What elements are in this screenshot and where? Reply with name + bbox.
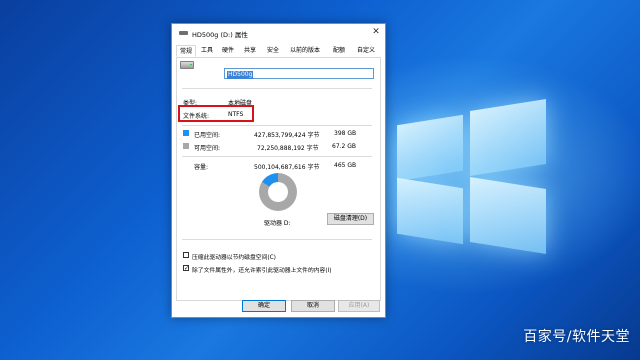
disk-cleanup-button[interactable]: 磁盘清理(D) bbox=[327, 213, 374, 225]
compress-checkbox[interactable] bbox=[183, 252, 189, 258]
free-space-label: 可用空间: bbox=[194, 145, 221, 152]
tab-general[interactable]: 常规 bbox=[176, 45, 196, 57]
ok-button[interactable]: 确定 bbox=[242, 300, 286, 312]
windows-logo-pane bbox=[397, 177, 463, 245]
index-check-mark: ✓ bbox=[184, 265, 190, 272]
tab-hardware[interactable]: 硬件 bbox=[219, 46, 237, 56]
properties-dialog: HD500g (D:) 属性 ✕ 常规 工具 硬件 共享 安全 以前的版本 配额… bbox=[171, 23, 386, 318]
window-title: HD500g (D:) 属性 bbox=[192, 31, 248, 39]
drive-name-selected-text: HD500g bbox=[227, 71, 254, 79]
capacity-label: 容量: bbox=[194, 164, 209, 171]
index-label: 除了文件属性外，还允许索引此驱动器上文件的内容(I) bbox=[192, 268, 332, 274]
windows-logo-pane bbox=[397, 114, 463, 182]
tab-previous-versions[interactable]: 以前的版本 bbox=[284, 46, 326, 56]
used-space-swatch bbox=[183, 130, 189, 136]
tab-sharing[interactable]: 共享 bbox=[241, 46, 259, 56]
close-button[interactable]: ✕ bbox=[369, 26, 383, 39]
separator bbox=[182, 156, 372, 157]
tab-security[interactable]: 安全 bbox=[264, 46, 282, 56]
hard-drive-icon bbox=[180, 61, 194, 69]
drive-letter-label: 驱动器 D: bbox=[264, 220, 291, 227]
separator bbox=[182, 88, 372, 89]
index-checkbox[interactable]: ✓ bbox=[183, 265, 190, 272]
title-bar[interactable]: HD500g (D:) 属性 ✕ bbox=[172, 24, 385, 42]
tab-tools[interactable]: 工具 bbox=[198, 46, 216, 56]
capacity-size: 465 GB bbox=[334, 162, 357, 169]
separator bbox=[182, 239, 372, 240]
disk-usage-donut-chart bbox=[259, 173, 297, 211]
donut-center bbox=[268, 182, 288, 202]
drive-icon bbox=[179, 31, 188, 35]
used-space-label: 已用空间: bbox=[194, 132, 221, 139]
windows-logo-pane bbox=[470, 98, 546, 177]
compress-label: 压缩此驱动器以节约磁盘空间(C) bbox=[192, 255, 276, 261]
separator bbox=[182, 125, 372, 126]
capacity-bytes: 500,104,687,616 字节 bbox=[254, 164, 320, 171]
free-space-swatch bbox=[183, 143, 189, 149]
used-space-size: 398 GB bbox=[334, 130, 357, 137]
free-space-size: 67.2 GB bbox=[332, 143, 357, 150]
tab-quota[interactable]: 配额 bbox=[330, 46, 348, 56]
watermark-text: 百家号/软件天堂 bbox=[523, 329, 630, 345]
tab-customize[interactable]: 自定义 bbox=[353, 46, 379, 56]
cancel-button[interactable]: 取消 bbox=[291, 300, 335, 312]
free-space-bytes: 72,250,888,192 字节 bbox=[257, 145, 319, 152]
drive-name-input[interactable]: HD500g bbox=[224, 68, 374, 79]
apply-button[interactable]: 应用(A) bbox=[338, 300, 380, 312]
annotation-highlight-box bbox=[178, 105, 254, 122]
windows-logo-pane bbox=[470, 176, 546, 255]
used-space-bytes: 427,853,799,424 字节 bbox=[254, 132, 320, 139]
